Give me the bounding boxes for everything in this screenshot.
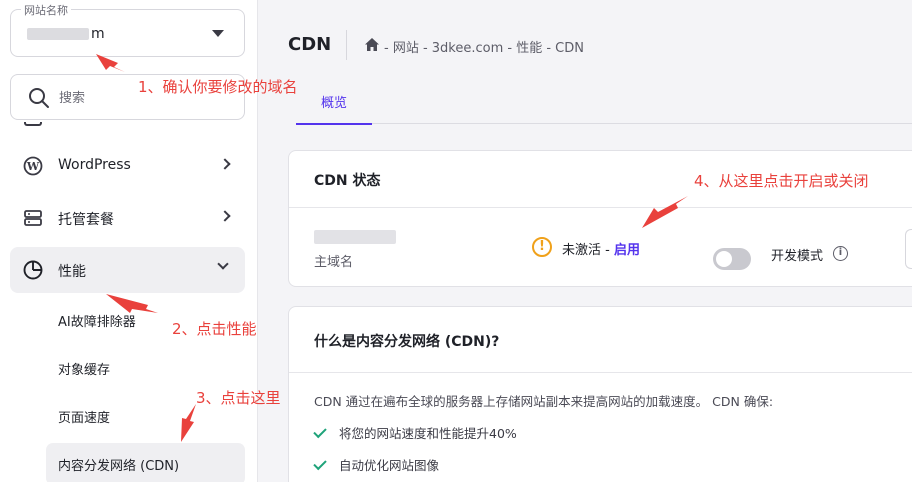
chevron-right-icon xyxy=(219,210,231,222)
sidebar-item-label: WordPress xyxy=(58,157,131,173)
redacted-domain xyxy=(27,28,89,40)
annotation-step-1: 1、确认你要修改的域名 xyxy=(138,78,298,96)
wordpress-icon: W xyxy=(23,156,43,176)
enable-cdn-link[interactable]: 启用 xyxy=(614,243,640,258)
sidebar-item-label: 托管套餐 xyxy=(58,212,114,228)
sidebar: 网站名称 m W WordPress 托管套餐 性能 xyxy=(0,0,258,482)
benefit-item: 自动优化网站图像 xyxy=(313,455,440,474)
sidebar-subitem-label: 对象缓存 xyxy=(58,363,111,378)
dev-mode-toggle[interactable] xyxy=(713,248,751,270)
svg-text:W: W xyxy=(26,160,40,173)
partial-nav-icon xyxy=(24,122,42,126)
sidebar-item-hosting-plan[interactable]: 托管套餐 xyxy=(10,195,245,241)
chevron-down-icon xyxy=(217,258,229,270)
toggle-knob xyxy=(716,251,732,267)
pie-chart-icon xyxy=(23,260,43,280)
breadcrumb[interactable]: - 网站 - 3dkee.com - 性能 - CDN xyxy=(384,37,584,56)
card-title: 什么是内容分发网络 (CDN)? xyxy=(314,334,500,350)
chevron-right-icon xyxy=(219,158,231,170)
site-select-label: 网站名称 xyxy=(21,2,71,18)
more-actions-button[interactable] xyxy=(905,229,912,269)
check-icon xyxy=(313,424,327,439)
caret-down-icon xyxy=(212,30,224,37)
annotation-step-2: 2、点击性能 xyxy=(172,320,257,338)
page-header: CDN - 网站 - 3dkee.com - 性能 - CDN xyxy=(288,28,908,62)
sidebar-subitem-label: 页面速度 xyxy=(58,411,111,426)
tab-bar: 概览 xyxy=(296,86,912,125)
home-icon[interactable] xyxy=(364,37,380,52)
site-select-value-text: m xyxy=(91,26,105,42)
sidebar-item-label: 性能 xyxy=(58,264,86,280)
tab-active-indicator xyxy=(296,123,372,125)
server-icon xyxy=(24,210,42,226)
what-is-cdn-card: 什么是内容分发网络 (CDN)? CDN 通过在遍布全球的服务器上存储网站副本来… xyxy=(288,306,912,482)
redacted-domain xyxy=(314,230,396,244)
info-icon[interactable]: i xyxy=(833,246,848,261)
sidebar-subitem-object-cache[interactable]: 对象缓存 xyxy=(46,347,245,389)
card-title: CDN 状态 xyxy=(314,173,381,189)
sidebar-subitem-label: 内容分发网络 (CDN) xyxy=(58,459,180,474)
benefit-text: 自动优化网站图像 xyxy=(339,458,440,473)
cdn-description: CDN 通过在遍布全球的服务器上存储网站副本来提高网站的加载速度。 CDN 确保… xyxy=(314,394,774,409)
sidebar-item-wordpress[interactable]: W WordPress xyxy=(10,143,245,189)
sidebar-item-performance[interactable]: 性能 xyxy=(10,247,245,293)
domain-label: 主域名 xyxy=(314,255,354,270)
annotation-step-4: 4、从这里点击开启或关闭 xyxy=(694,172,869,190)
benefit-text: 将您的网站速度和性能提升40% xyxy=(339,426,517,441)
header-divider xyxy=(346,30,347,60)
site-select[interactable]: 网站名称 m xyxy=(10,2,245,57)
sidebar-subitem-cdn[interactable]: 内容分发网络 (CDN) xyxy=(46,443,245,482)
page-title: CDN xyxy=(288,34,332,55)
site-select-value: m xyxy=(27,26,105,42)
annotation-step-3: 3、点击这里 xyxy=(196,389,281,407)
status-separator: - xyxy=(601,243,614,258)
cdn-status: 未激活 - 启用 xyxy=(562,239,640,258)
benefit-item: 将您的网站速度和性能提升40% xyxy=(313,423,517,442)
tab-label: 概览 xyxy=(320,96,347,111)
card-header: 什么是内容分发网络 (CDN)? xyxy=(289,307,912,373)
status-text: 未激活 xyxy=(562,243,602,258)
dev-mode-label: 开发模式 xyxy=(771,249,824,264)
sidebar-subitem-label: AI故障排除器 xyxy=(58,315,136,330)
search-icon xyxy=(29,88,49,108)
tab-overview[interactable]: 概览 xyxy=(296,86,372,125)
warning-icon: ! xyxy=(532,237,552,257)
check-icon xyxy=(313,456,327,471)
